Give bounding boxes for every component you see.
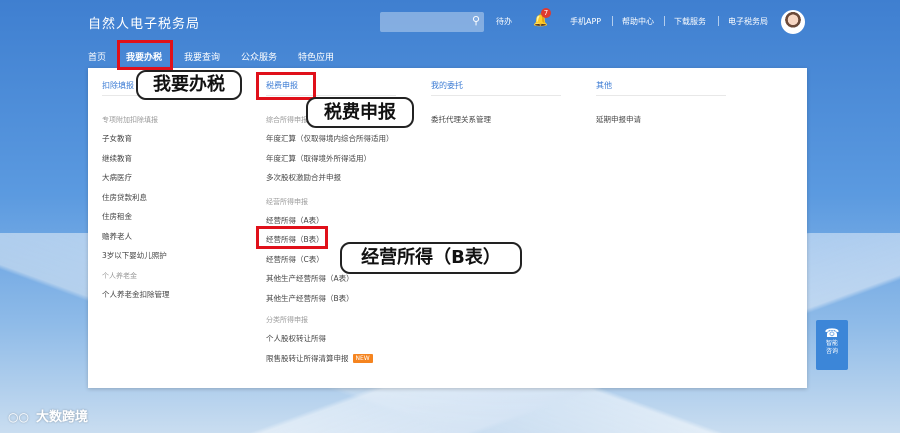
smart-consult-widget[interactable]: ☎ 智能 咨询 <box>816 320 848 370</box>
brand-logo-icon: ○○ <box>8 410 29 424</box>
menu-item-equity-transfer[interactable]: 个人股权转让所得 <box>266 333 394 353</box>
menu-item-pension[interactable]: 个人养老金扣除管理 <box>102 289 170 309</box>
menu-col-other: 其他 延期申报申请 <box>596 80 641 134</box>
download-link[interactable]: 下载服务 <box>674 16 706 27</box>
nav-public-service[interactable]: 公众服务 <box>241 50 277 63</box>
nav-featured[interactable]: 特色应用 <box>298 50 334 63</box>
mega-menu-panel: 扣除填报 专项附加扣除填报 子女教育 继续教育 大病医疗 住房贷款利息 住房租金… <box>88 68 807 388</box>
widget-label: 智能 <box>825 340 838 347</box>
menu-item-continuing-education[interactable]: 继续教育 <box>102 153 170 173</box>
avatar[interactable] <box>781 10 805 34</box>
mobile-app-link[interactable]: 手机APP <box>570 16 601 27</box>
menu-item-housing-loan[interactable]: 住房贷款利息 <box>102 192 170 212</box>
callout-head: 税费申报 <box>306 97 414 128</box>
divider <box>664 16 665 26</box>
divider <box>718 16 719 26</box>
col-head-other[interactable]: 其他 <box>596 80 641 92</box>
menu-col-deductions: 扣除填报 专项附加扣除填报 子女教育 继续教育 大病医疗 住房贷款利息 住房租金… <box>102 80 170 308</box>
site-title: 自然人电子税务局 <box>88 17 201 32</box>
menu-item-label: 限售股转让所得清算申报 <box>266 353 349 363</box>
menu-item-infant-care[interactable]: 3岁以下婴幼儿照护 <box>102 250 170 270</box>
watermark: ○○ 大数跨境 <box>8 406 88 425</box>
group-label: 个人养老金 <box>102 271 137 280</box>
nav-query[interactable]: 我要查询 <box>184 50 220 63</box>
etax-link[interactable]: 电子税务局 <box>728 16 768 27</box>
search-icon[interactable]: ⚲ <box>472 14 480 27</box>
menu-item-restricted-stock[interactable]: 限售股转让所得清算申报 NEW <box>266 353 394 373</box>
divider <box>612 16 613 26</box>
top-bar: 自然人电子税务局 ⚲ 待办 🔔 7 手机APP 帮助中心 下载服务 电子税务局 <box>0 0 900 44</box>
col-head-delegation[interactable]: 我的委托 <box>431 80 491 92</box>
callout-nav: 我要办税 <box>136 70 242 100</box>
widget-label: 咨询 <box>825 348 838 355</box>
headset-icon: ☎ <box>824 326 840 340</box>
menu-col-delegation: 我的委托 委托代理关系管理 <box>431 80 491 134</box>
new-badge: NEW <box>352 353 373 363</box>
notification-badge: 7 <box>541 8 551 18</box>
menu-item-elderly-support[interactable]: 赡养老人 <box>102 231 170 251</box>
highlight-box-head <box>256 72 316 100</box>
callout-item: 经营所得（B表） <box>340 242 522 274</box>
menu-item-agent-management[interactable]: 委托代理关系管理 <box>431 114 491 134</box>
highlight-box-item <box>256 226 328 249</box>
watermark-text: 大数跨境 <box>36 410 89 425</box>
help-center-link[interactable]: 帮助中心 <box>622 16 654 27</box>
menu-item-annual-overseas[interactable]: 年度汇算（取得境外所得适用） <box>266 153 394 173</box>
menu-item-deferred-filing[interactable]: 延期申报申请 <box>596 114 641 134</box>
menu-item-other-business-a[interactable]: 其他生产经营所得（A表） <box>266 273 394 293</box>
menu-item-annual-domestic[interactable]: 年度汇算（仅取得境内综合所得适用） <box>266 133 394 153</box>
menu-item-children-education[interactable]: 子女教育 <box>102 133 170 153</box>
todo-link[interactable]: 待办 <box>496 16 512 27</box>
menu-item-other-business-b[interactable]: 其他生产经营所得（B表） <box>266 293 394 313</box>
menu-item-serious-illness[interactable]: 大病医疗 <box>102 172 170 192</box>
group-label: 经营所得申报 <box>266 197 308 206</box>
group-label: 分类所得申报 <box>266 316 308 324</box>
menu-item-equity-incentive[interactable]: 多次股权激励合并申报 <box>266 172 394 192</box>
nav-home[interactable]: 首页 <box>88 50 106 63</box>
search-input[interactable]: ⚲ <box>380 12 484 32</box>
highlight-box-nav <box>117 40 173 70</box>
group-label: 专项附加扣除填报 <box>102 116 158 124</box>
menu-item-housing-rent[interactable]: 住房租金 <box>102 211 170 231</box>
